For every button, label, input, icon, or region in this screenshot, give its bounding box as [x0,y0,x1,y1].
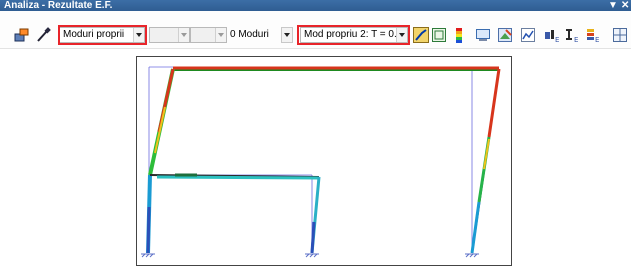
svg-text:E: E [555,36,559,43]
chevron-down-icon [215,28,226,42]
element-result-icon[interactable]: E [585,27,601,43]
chevron-down-icon [178,28,189,42]
graph-icon[interactable] [520,27,536,43]
disabled-dropdown-1[interactable] [149,27,190,43]
mode-shape-drawing [141,66,501,258]
pipette-icon[interactable] [35,27,51,43]
section-force-icon[interactable]: E [564,27,580,43]
export-image-icon[interactable] [497,27,513,43]
beam-force-icon[interactable]: E [544,27,560,43]
svg-text:E: E [574,36,578,43]
window-layout-icon[interactable] [612,27,628,43]
zoom-frame-icon[interactable] [431,27,447,43]
highlight-box-results-type [58,25,147,45]
menu-dropdown-icon[interactable]: ▼ [608,0,618,11]
svg-text:E: E [595,36,599,43]
highlight-box-mode-select [297,25,410,45]
display-options-icon[interactable] [475,27,491,43]
modes-count-value: 0 Moduri [230,29,269,40]
deformed-shape-icon[interactable] [413,27,429,43]
color-scale-icon[interactable] [451,27,467,43]
window-title: Analiza - Rezultate E.F. [4,0,113,11]
close-icon[interactable]: ✕ [621,0,629,11]
title-bar: Analiza - Rezultate E.F. ▼ ✕ [0,0,631,11]
modes-count-dropdown[interactable] [281,27,293,43]
model-view-icon[interactable] [14,27,30,43]
results-canvas[interactable] [136,56,512,266]
disabled-dropdown-2[interactable] [190,27,227,43]
chevron-down-icon [282,28,292,42]
